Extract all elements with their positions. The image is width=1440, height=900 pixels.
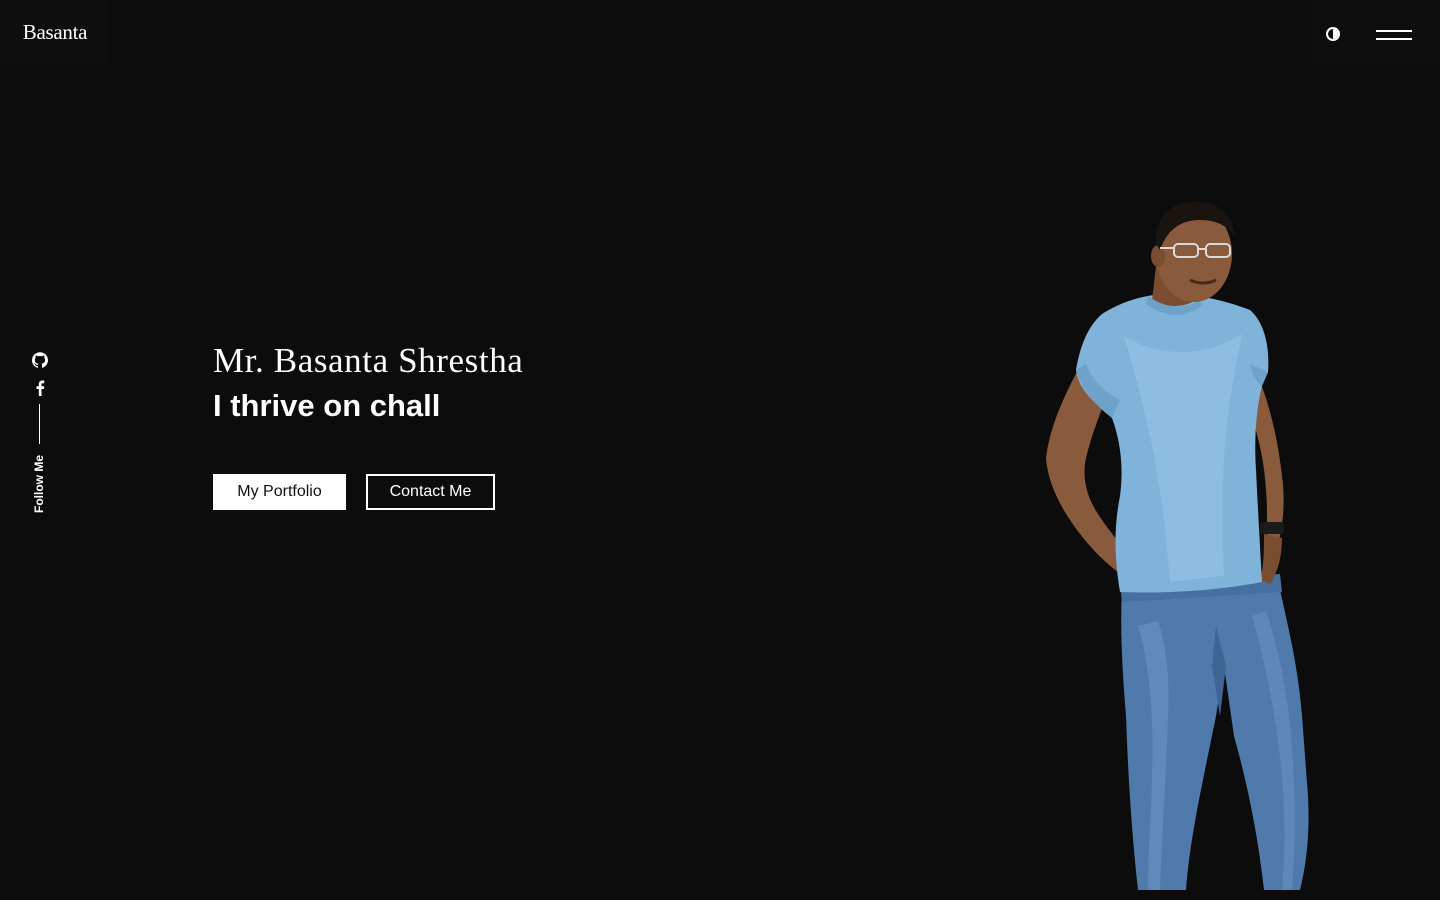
hero-section: Mr. Basanta Shrestha I thrive on chall M… <box>213 338 773 510</box>
hamburger-menu-icon[interactable] <box>1376 28 1412 42</box>
hero-name: Mr. Basanta Shrestha <box>213 341 524 380</box>
brand-logo[interactable]: Basanta <box>0 0 110 64</box>
menu-bar-top <box>1376 30 1412 32</box>
header-controls <box>1312 0 1440 64</box>
social-rail: Follow Me <box>28 350 52 525</box>
home-page: Basanta Follow Me Mr. Basanta Shrestha I… <box>0 0 1440 900</box>
portrait-image <box>1046 202 1309 890</box>
contact-button[interactable]: Contact Me <box>366 474 495 510</box>
github-icon <box>32 352 48 368</box>
hero-actions: My Portfolio Contact Me <box>213 474 495 510</box>
hero-tagline: I thrive on chall <box>213 388 441 423</box>
github-link[interactable] <box>31 351 49 369</box>
contrast-icon[interactable] <box>1326 27 1340 41</box>
social-divider <box>39 404 40 444</box>
portfolio-button[interactable]: My Portfolio <box>213 474 346 510</box>
facebook-link[interactable] <box>31 379 49 397</box>
follow-me-label: Follow Me <box>32 455 46 513</box>
facebook-icon <box>36 380 45 396</box>
menu-bar-bottom <box>1376 38 1412 40</box>
brand-name: Basanta <box>22 19 88 44</box>
